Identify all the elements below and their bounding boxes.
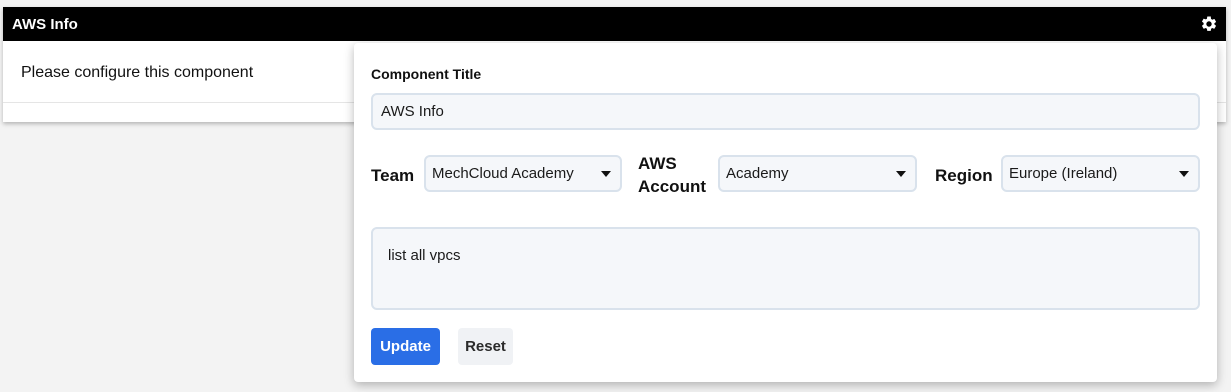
chevron-down-icon bbox=[896, 170, 906, 177]
gear-icon[interactable] bbox=[1199, 14, 1219, 34]
region-select-value: Europe (Ireland) bbox=[1009, 165, 1118, 182]
configure-message: Please configure this component bbox=[21, 64, 254, 81]
query-textarea[interactable]: list all vpcs bbox=[371, 227, 1200, 310]
team-select[interactable]: MechCloud Academy bbox=[424, 155, 622, 192]
team-select-value: MechCloud Academy bbox=[432, 165, 574, 182]
widget-title: AWS Info bbox=[12, 15, 78, 33]
component-title-label: Component Title bbox=[371, 66, 482, 82]
region-label: Region bbox=[935, 166, 993, 185]
reset-button[interactable]: Reset bbox=[458, 328, 513, 365]
aws-account-label-line2: Account bbox=[638, 177, 706, 196]
widget-titlebar: AWS Info bbox=[3, 7, 1226, 41]
region-select[interactable]: Europe (Ireland) bbox=[1001, 155, 1200, 192]
aws-account-select[interactable]: Academy bbox=[718, 155, 917, 192]
chevron-down-icon bbox=[1179, 170, 1189, 177]
component-title-input[interactable] bbox=[371, 93, 1200, 130]
aws-account-label: AWS Account bbox=[638, 152, 706, 198]
chevron-down-icon bbox=[601, 170, 611, 177]
aws-account-select-value: Academy bbox=[726, 165, 789, 182]
update-button[interactable]: Update bbox=[371, 328, 440, 365]
config-panel: Component Title Team MechCloud Academy A… bbox=[354, 43, 1217, 382]
team-label: Team bbox=[371, 166, 415, 185]
aws-account-label-line1: AWS bbox=[638, 154, 677, 173]
